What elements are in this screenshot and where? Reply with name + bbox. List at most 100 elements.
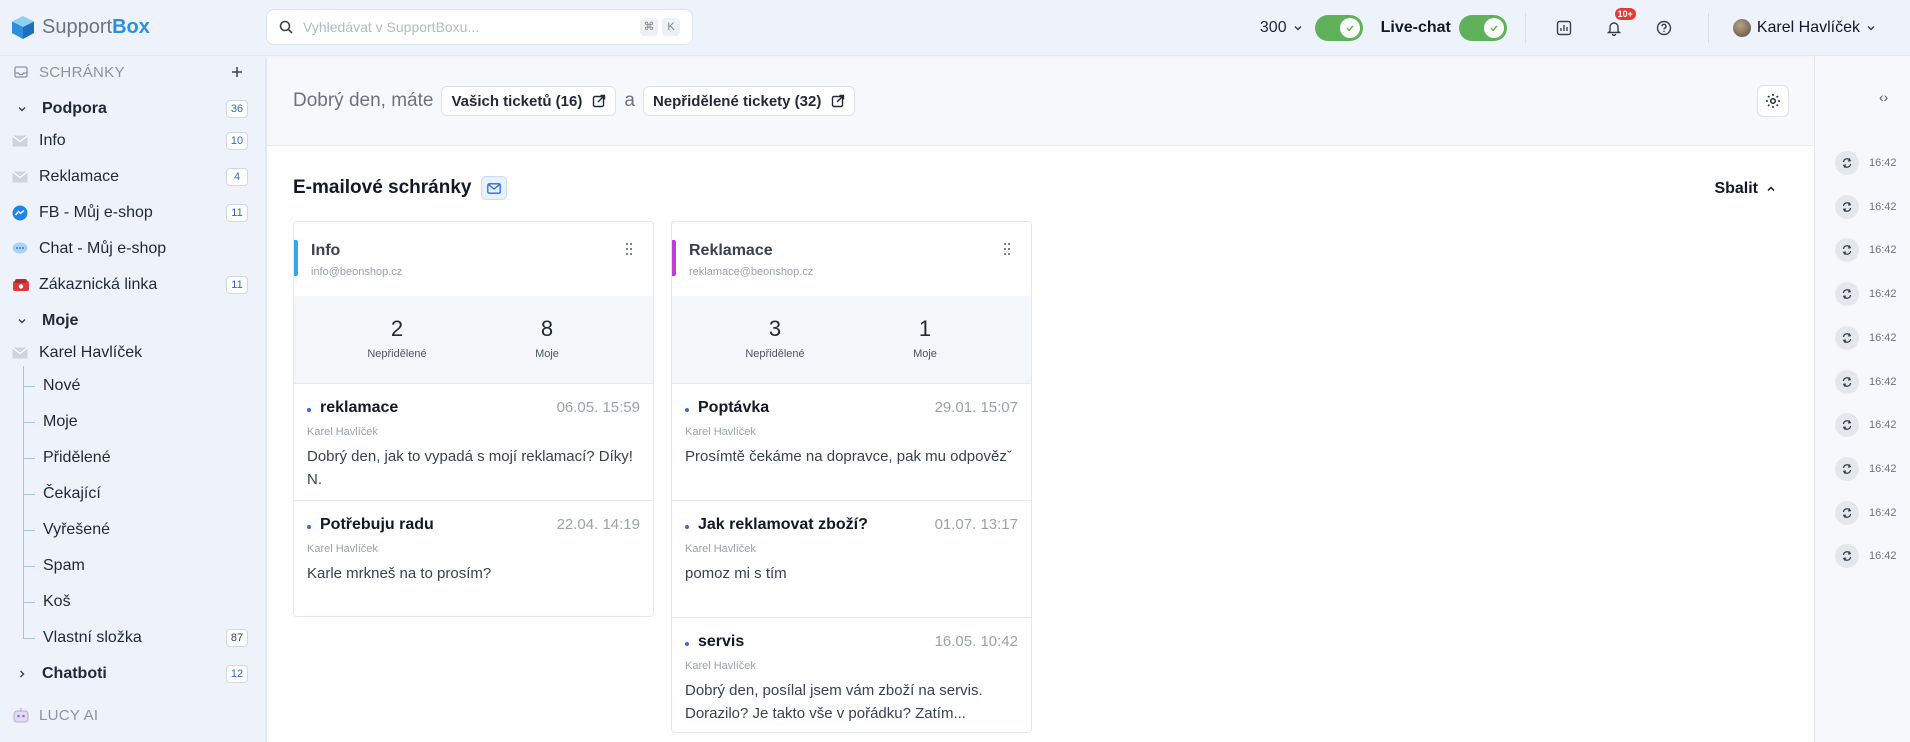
chevron-right-icon [20,670,25,678]
ticket-item[interactable]: servis 16.05. 10:42 Karel Havlíček Dobrý… [672,618,1031,732]
rail-item[interactable]: 16:42 [1835,544,1897,569]
rail-item[interactable]: 16:42 [1835,238,1897,263]
ticket-preview: Dobrý den, posílal jsem vám zboží na ser… [685,682,983,722]
activity-rail: ‹› 16:42 16:42 16:42 16:42 16:42 16:42 16:42 16… [1814,56,1910,742]
sidebar-folder-cekajici[interactable]: Čekající [0,479,266,509]
sidebar-folder-vyresene[interactable]: Vyřešené [0,515,266,545]
rail-time: 16:42 [1869,462,1897,475]
rail-time: 16:42 [1869,375,1897,388]
sidebar-folder-vlastni[interactable]: Vlastní složka 87 [0,623,266,653]
sidebar-item-chat-eshop[interactable]: Chat - Můj e-shop [0,234,266,264]
sidebar-section-lucy[interactable]: LUCY AI [0,700,266,730]
rail-time: 16:42 [1869,157,1897,169]
user-menu[interactable]: Karel Havlíček [1732,19,1876,37]
chevron-down-icon [18,107,26,112]
ticket-author: Karel Havlíček [307,543,378,555]
search-input[interactable] [303,19,636,35]
sidebar-folder-nove[interactable]: Nové [0,371,266,401]
ticket-preview: pomoz mi s tím [685,565,787,582]
rail-item[interactable]: 16:42 [1835,500,1897,525]
sidebar-item-info[interactable]: Info 10 [0,126,266,156]
drag-handle-icon[interactable] [625,242,633,256]
external-link-icon [832,94,845,108]
app-name-box: Box [112,15,150,38]
ticket-time: 22.04. 14:19 [556,516,640,533]
unread-dot [685,525,689,529]
ticket-time: 16.05. 10:42 [934,633,1018,650]
sidebar-group-moje[interactable]: Moje [0,306,266,336]
ticket-item[interactable]: reklamace 06.05. 15:59 Karel Havlíček Do… [294,384,653,501]
stat-unassigned[interactable]: 2 Nepřidělené [337,316,457,360]
shortcut-key-k: K [662,18,680,36]
rail-toggle-icon[interactable]: ‹› [1879,89,1888,105]
check-icon [1346,25,1354,32]
reports-button[interactable] [1552,16,1576,40]
sidebar-section-inboxes: SCHRÁNKY [0,57,266,87]
ticket-subject: Potřebuju radu [320,516,434,533]
rail-item[interactable]: 16:42 [1835,325,1897,350]
sidebar-folder-moje[interactable]: Moje [0,407,266,437]
sidebar-group-podpora[interactable]: Podpora 36 [0,94,266,124]
sidebar-item-my-user[interactable]: Karel Havlíček [0,338,266,368]
counter-dropdown[interactable]: 300 [1260,19,1303,37]
search-icon [279,20,293,34]
sync-icon [1835,194,1859,219]
top-right-controls: 300 Live-chat 10+ Karel Havlíček [1260,0,1910,56]
help-button[interactable] [1652,16,1676,40]
sidebar-count: 11 [226,204,248,222]
rail-item[interactable]: 16:42 [1835,369,1897,394]
sidebar-item-reklamace[interactable]: Reklamace 4 [0,162,266,192]
notifications-button[interactable]: 10+ [1602,8,1636,40]
dashboard-settings-button[interactable] [1757,85,1789,117]
rail-item[interactable]: 16:42 [1835,194,1897,219]
messenger-icon [12,205,28,221]
sidebar-section-label: SCHRÁNKY [39,63,125,81]
rail-item[interactable]: 16:42 [1835,413,1897,438]
ticket-preview: Karle mrkneš na to prosím? [307,565,492,582]
ticket-item[interactable]: Potřebuju radu 22.04. 14:19 Karel Havlíč… [294,501,653,616]
sync-icon [1835,544,1859,569]
sidebar-item-label: Info [39,132,66,149]
inbox-card-info[interactable]: Info info@beonshop.cz 2 Nepřidělené 8 Mo… [293,221,654,617]
collapse-label: Sbalit [1714,180,1758,197]
your-tickets-link[interactable]: Vašich ticketů (16) [441,86,617,116]
robot-icon [13,708,29,723]
stat-mine[interactable]: 1 Moje [865,316,985,360]
drag-handle-icon[interactable] [1003,242,1011,256]
add-icon[interactable] [230,65,244,79]
sync-icon [1835,369,1859,394]
unread-dot [307,525,311,529]
unassigned-tickets-link[interactable]: Nepřidělené tickety (32) [642,86,856,116]
unread-dot [307,408,311,412]
collapse-button[interactable]: Sbalit [1714,180,1776,198]
live-chat-toggle[interactable] [1458,15,1507,41]
divider [1524,13,1526,43]
card-email: reklamace@beonshop.cz [689,266,814,278]
sidebar-item-fb-eshop[interactable]: FB - Můj e-shop 11 [0,198,266,228]
stat-mine[interactable]: 8 Moje [487,316,607,360]
rail-item[interactable]: 16:42 [1835,282,1897,307]
app-logo[interactable]: Support Box [10,14,150,40]
ticket-item[interactable]: Jak reklamovat zboží? 01.07. 13:17 Karel… [672,501,1031,618]
counter-value: 300 [1259,19,1287,36]
inbox-card-reklamace[interactable]: Reklamace reklamace@beonshop.cz 3 Nepřid… [671,221,1032,733]
unread-dot [685,642,689,646]
sidebar-item-zakaznicka-linka[interactable]: Zákaznická linka 11 [0,270,266,300]
search-bar[interactable]: ⌘ K [266,9,693,45]
sidebar-item-label: Reklamace [39,168,120,185]
sidebar-folder-kos[interactable]: Koš [0,587,266,617]
rail-item[interactable]: 16:42 [1835,151,1897,175]
sidebar-folder-spam[interactable]: Spam [0,551,266,581]
sidebar-folder-pridelene[interactable]: Přidělené [0,443,266,473]
sidebar-group-chatboti[interactable]: Chatboti 12 [0,659,266,689]
card-title: Info [311,242,341,259]
inbox-icon [14,66,28,78]
envelope-icon [12,171,28,183]
ticket-author: Karel Havlíček [685,543,756,555]
rail-item[interactable]: 16:42 [1835,456,1897,481]
rail-time: 16:42 [1869,200,1897,213]
stat-unassigned[interactable]: 3 Nepřidělené [715,316,835,360]
ticket-item[interactable]: Poptávka 29.01. 15:07 Karel Havlíček Pro… [672,384,1031,501]
status-toggle[interactable] [1314,15,1363,41]
envelope-icon [12,347,28,359]
